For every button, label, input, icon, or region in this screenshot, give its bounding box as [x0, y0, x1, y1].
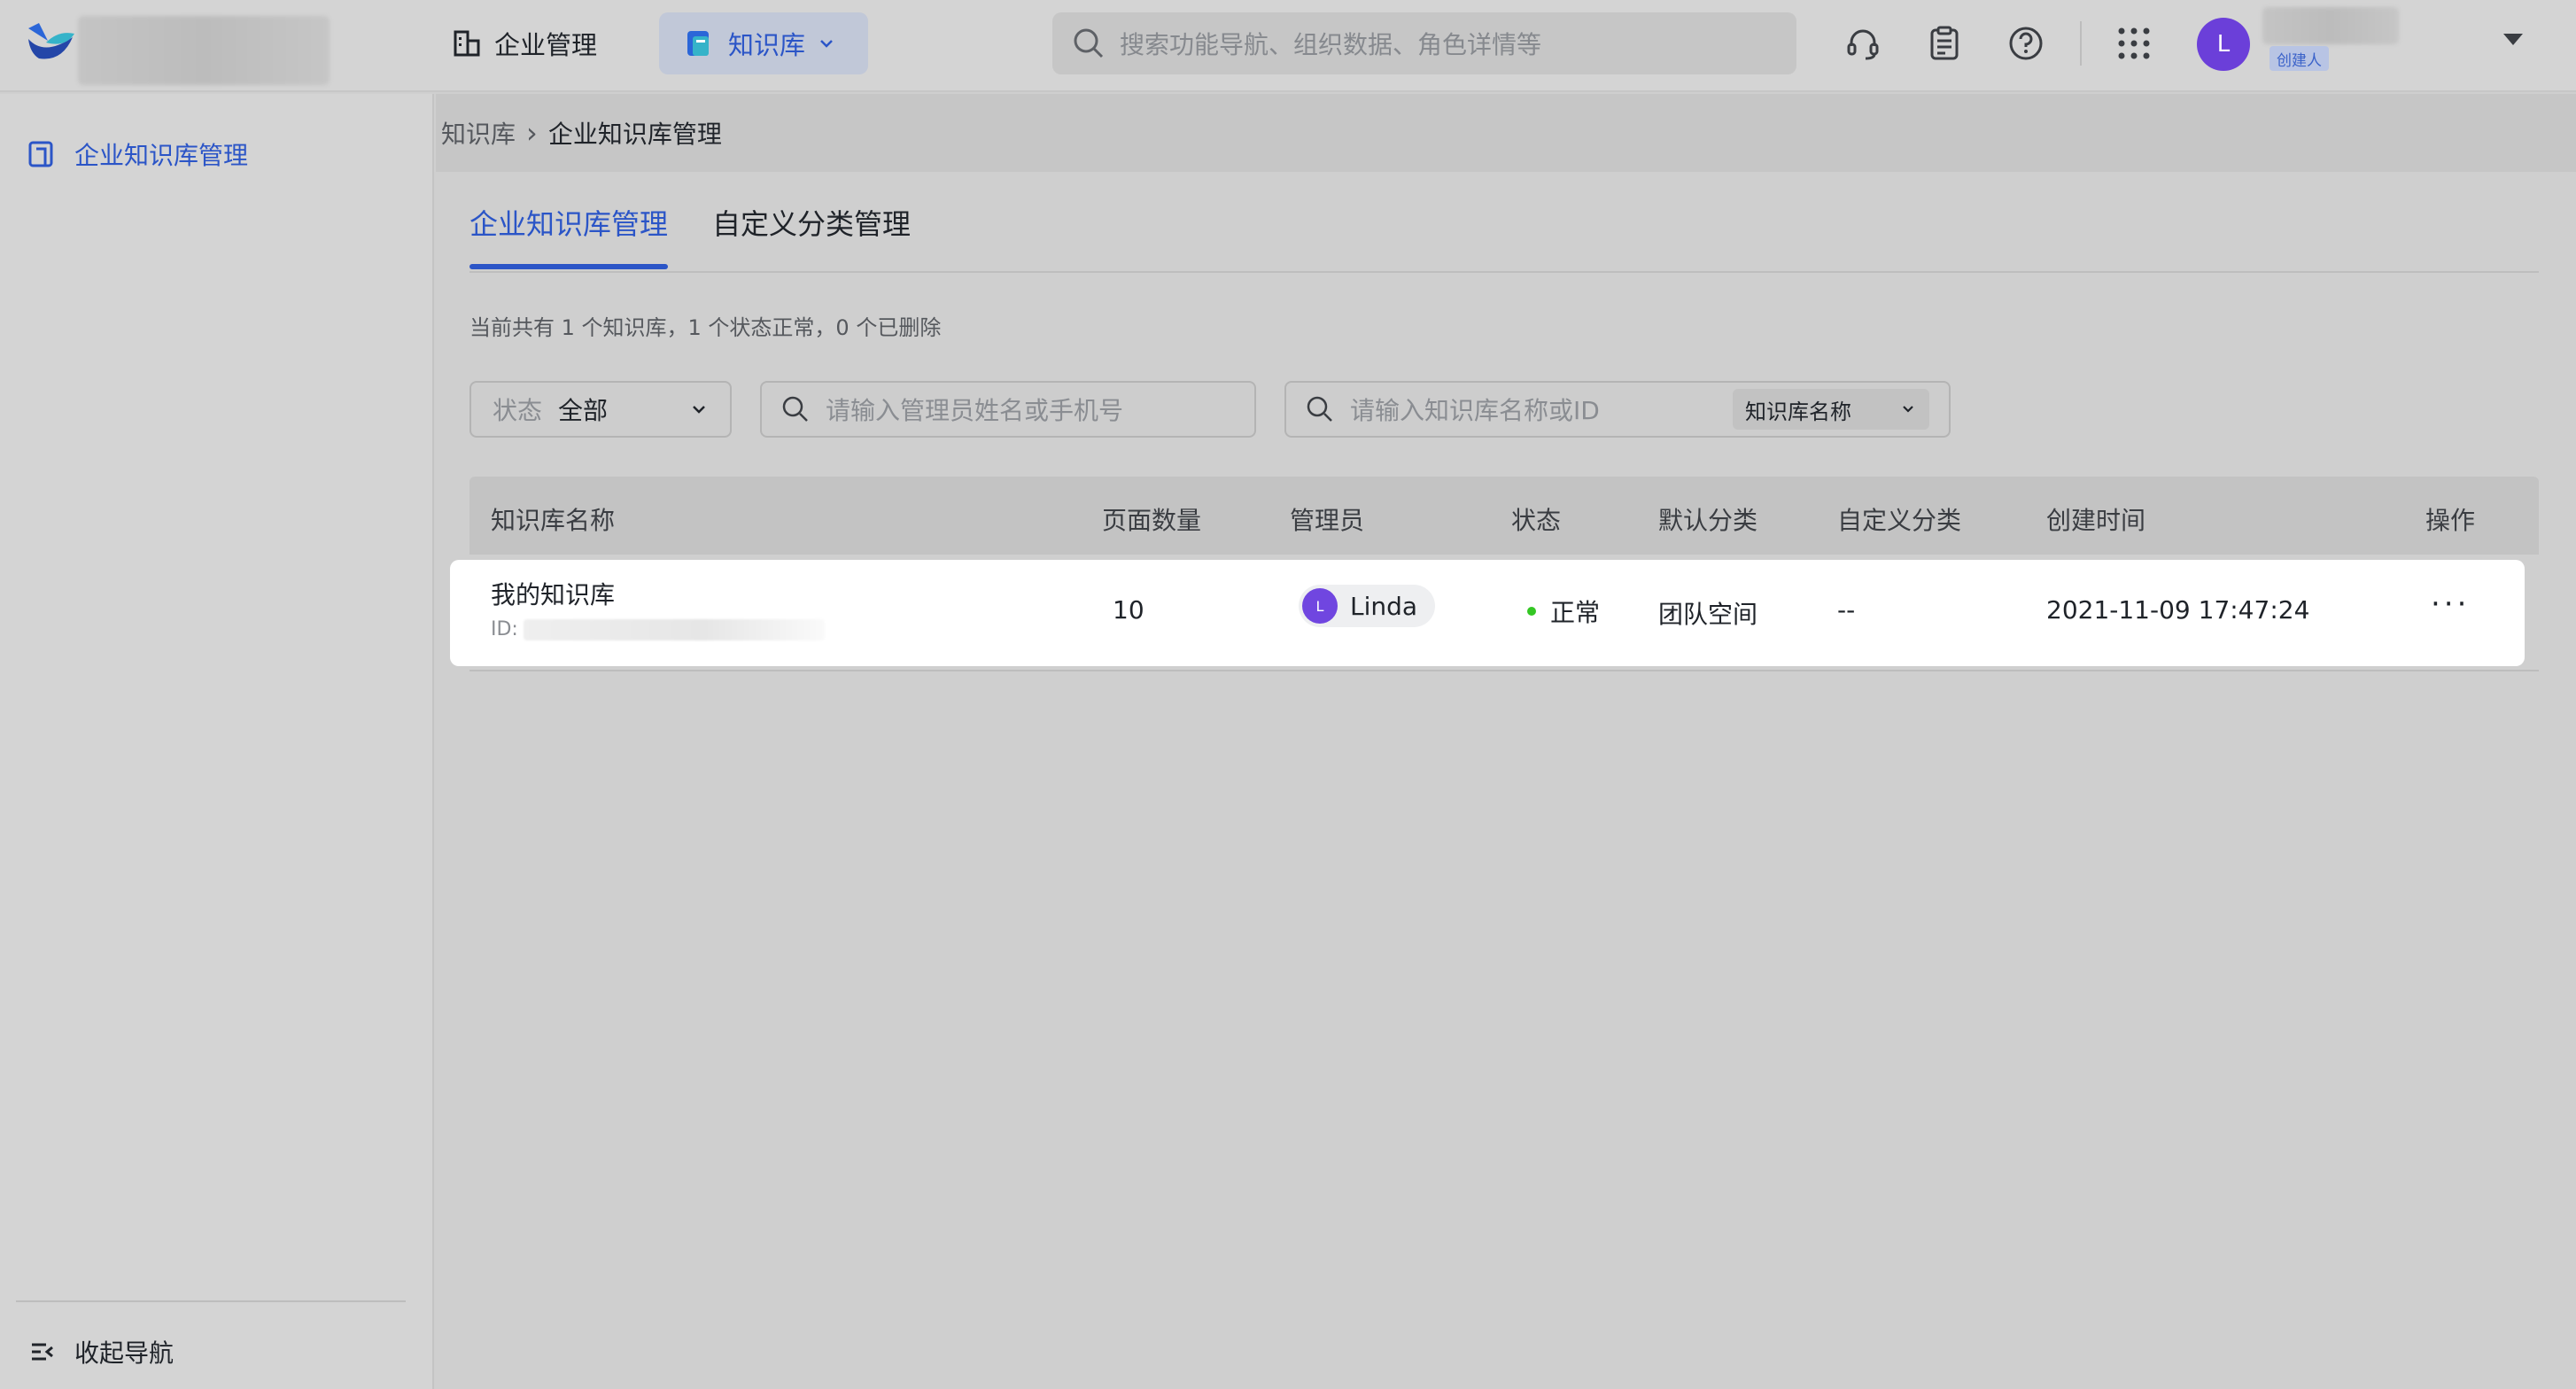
- collapse-icon: [32, 1343, 53, 1361]
- headset-icon[interactable]: [1843, 23, 1883, 64]
- tab-custom-category[interactable]: 自定义分类管理: [712, 202, 911, 243]
- column-header-pages: 页面数量: [1102, 506, 1202, 535]
- default-category: 团队空间: [1658, 600, 1758, 629]
- search-icon: [1307, 396, 1332, 422]
- kb-page-count: 10: [1113, 595, 1144, 625]
- column-header-default-category: 默认分类: [1658, 506, 1758, 535]
- column-header-created-at: 创建时间: [2046, 506, 2146, 535]
- help-icon[interactable]: [2006, 23, 2046, 64]
- kb-id-blurred: [523, 618, 825, 640]
- chevron-down-icon: [1903, 406, 1913, 413]
- org-name-blurred: [78, 16, 330, 85]
- main-content: 企业知识库管理 自定义分类管理 当前共有 1 个知识库，1 个状态正常，0 个已…: [436, 172, 2576, 1389]
- tab-bar: 企业知识库管理 自定义分类管理: [469, 172, 2539, 273]
- kb-search-type-value: 知识库名称: [1745, 399, 1851, 424]
- status-filter-value: 全部: [558, 396, 609, 425]
- admin-avatar: L: [1302, 588, 1338, 624]
- search-icon: [782, 396, 808, 422]
- collapse-nav-label: 收起导航: [74, 1339, 175, 1368]
- nav-knowledge-base-label: 知识库: [728, 30, 806, 60]
- status-dot-icon: [1527, 607, 1536, 616]
- top-bar: 企业管理 知识库 搜索功能导航、组织数据、角色详情等 L 创建人: [0, 0, 2576, 92]
- admin-search-placeholder: 请输入管理员姓名或手机号: [826, 396, 1124, 425]
- status-text: 正常: [1550, 598, 1601, 627]
- admin-name: Linda: [1350, 591, 1418, 621]
- column-header-admin: 管理员: [1290, 506, 1365, 535]
- kb-id: ID:: [491, 618, 825, 640]
- collapse-nav-button[interactable]: 收起导航: [28, 1334, 174, 1370]
- admin-search-input[interactable]: 请输入管理员姓名或手机号: [760, 381, 1256, 438]
- admin-chip[interactable]: L Linda: [1299, 585, 1436, 627]
- app-logo-icon[interactable]: [27, 21, 76, 62]
- knowledge-base-outline-icon: [28, 141, 53, 167]
- chevron-down-icon: [693, 406, 705, 414]
- sidebar-item-enterprise-kb[interactable]: 企业知识库管理: [27, 136, 248, 172]
- nav-enterprise-label: 企业管理: [494, 30, 598, 60]
- global-search-input[interactable]: 搜索功能导航、组织数据、角色详情等: [1052, 12, 1796, 74]
- knowledge-base-icon: [687, 31, 709, 56]
- table-row[interactable]: 我的知识库 ID: 10 L Linda 正常 团队空间 -- 2021-11-…: [450, 560, 2525, 666]
- nav-enterprise-management[interactable]: 企业管理: [427, 12, 622, 74]
- custom-category: --: [1837, 595, 1856, 625]
- nav-knowledge-base[interactable]: 知识库: [659, 12, 868, 74]
- creator-badge: 创建人: [2270, 46, 2329, 71]
- status-filter-label: 状态: [493, 396, 543, 425]
- breadcrumb: 知识库 › 企业知识库管理: [436, 94, 2576, 172]
- breadcrumb-current: 企业知识库管理: [547, 120, 722, 149]
- user-avatar[interactable]: L: [2197, 18, 2250, 71]
- status-filter-select[interactable]: 状态 全部: [469, 381, 732, 438]
- clipboard-icon[interactable]: [1924, 23, 1965, 64]
- created-at: 2021-11-09 17:47:24: [2046, 595, 2310, 625]
- sidebar: 企业知识库管理 收起导航: [0, 94, 434, 1389]
- table-header: 知识库名称 页面数量 管理员 状态 默认分类 自定义分类 创建时间 操作: [469, 477, 2539, 555]
- kb-name[interactable]: 我的知识库: [491, 576, 615, 611]
- column-header-actions: 操作: [2425, 506, 2476, 535]
- kb-id-label: ID:: [491, 618, 518, 640]
- kb-search-type-select[interactable]: 知识库名称: [1733, 389, 1929, 430]
- column-header-custom-category: 自定义分类: [1837, 506, 1962, 535]
- breadcrumb-root[interactable]: 知识库: [441, 115, 516, 151]
- more-actions-button[interactable]: ···: [2431, 586, 2470, 622]
- sidebar-divider: [16, 1300, 406, 1302]
- status-cell: 正常: [1527, 594, 1600, 629]
- summary-text: 当前共有 1 个知识库，1 个状态正常，0 个已删除: [469, 315, 942, 340]
- user-name-blurred: [2262, 7, 2399, 44]
- sidebar-item-label: 企业知识库管理: [74, 141, 249, 170]
- row-divider: [469, 670, 2539, 671]
- tab-enterprise-kb[interactable]: 企业知识库管理: [469, 202, 668, 243]
- global-search-placeholder: 搜索功能导航、组织数据、角色详情等: [1120, 30, 1542, 59]
- chevron-down-icon: [820, 40, 833, 48]
- building-icon: [454, 30, 480, 57]
- user-menu-caret-icon[interactable]: [2503, 34, 2523, 45]
- search-icon: [1074, 28, 1104, 58]
- app-grid-icon[interactable]: [2114, 23, 2154, 64]
- breadcrumb-separator: ›: [526, 116, 538, 150]
- kb-search-input[interactable]: 请输入知识库名称或ID 知识库名称: [1284, 381, 1951, 438]
- column-header-name: 知识库名称: [491, 506, 616, 535]
- toolbar-divider: [2080, 21, 2082, 66]
- active-tab-indicator: [469, 264, 668, 269]
- kb-search-placeholder: 请输入知识库名称或ID: [1350, 396, 1600, 425]
- column-header-status: 状态: [1511, 506, 1562, 535]
